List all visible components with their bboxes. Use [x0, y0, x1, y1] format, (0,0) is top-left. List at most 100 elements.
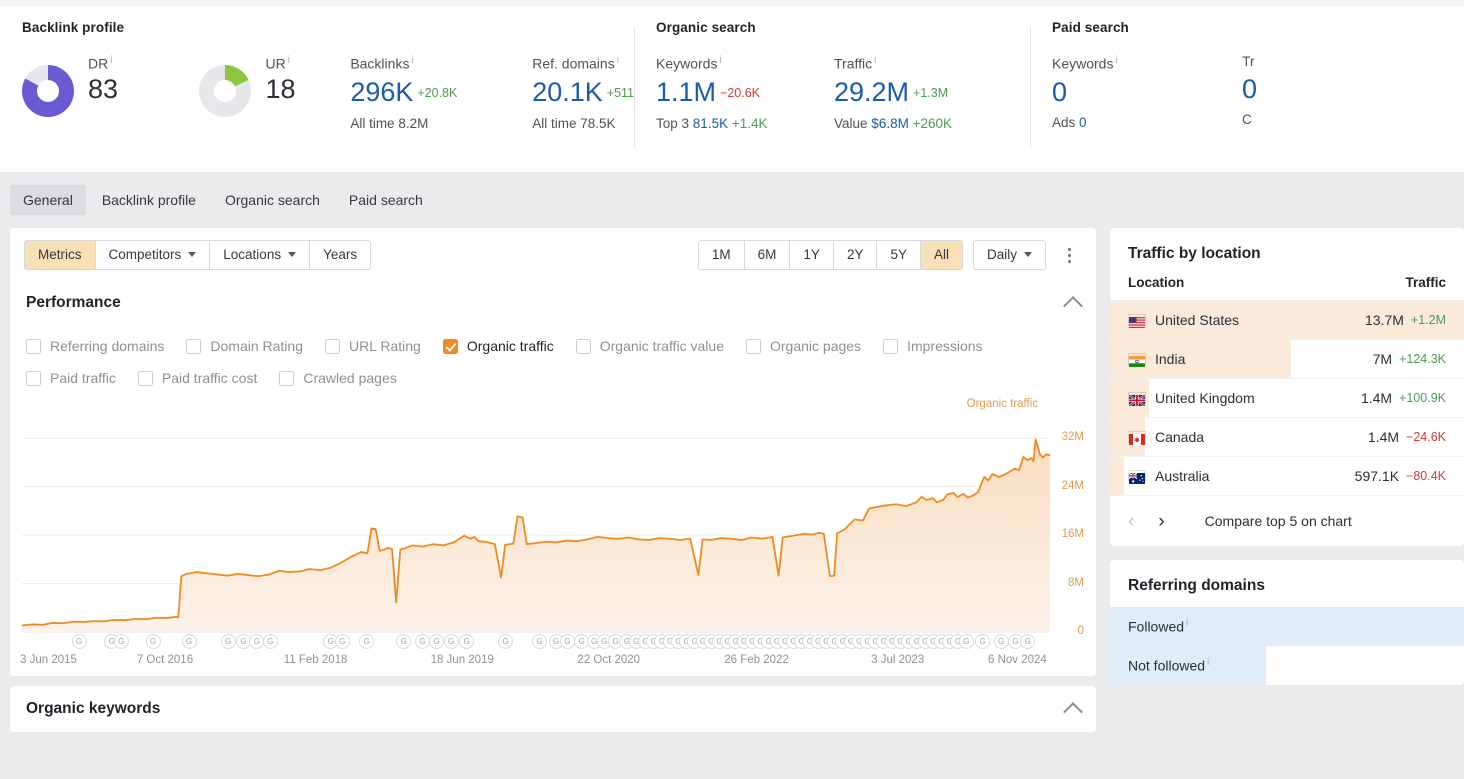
metrics-button[interactable]: Metrics: [25, 241, 96, 269]
kpi-sub-paid-ads: Ads 0: [1052, 114, 1087, 130]
kpi-sub-backlinks: All time 8.2M: [350, 115, 429, 131]
country-label: United Kingdom: [1155, 390, 1255, 406]
years-button[interactable]: Years: [310, 241, 371, 269]
google-update-marker[interactable]: G: [396, 634, 412, 649]
google-update-marker[interactable]: G: [181, 634, 197, 649]
traffic-location-row[interactable]: India 7M +124.3K: [1110, 340, 1464, 379]
checkbox-organic-traffic-value[interactable]: Organic traffic value: [575, 338, 724, 354]
referring-domain-row[interactable]: Followed i: [1110, 607, 1464, 646]
traffic-delta: −24.6K: [1406, 430, 1446, 444]
traffic-location-row[interactable]: Canada 1.4M −24.6K: [1110, 418, 1464, 457]
google-update-marker[interactable]: G: [559, 634, 575, 649]
google-update-marker[interactable]: G: [113, 634, 129, 649]
referring-domain-label: Followed i: [1128, 618, 1189, 635]
google-update-marker[interactable]: G: [220, 634, 236, 649]
chart-toolbar: Metrics Competitors Locations Years 1M 6…: [10, 228, 1096, 282]
checkbox-box: [279, 370, 295, 386]
checkbox-box: [186, 338, 202, 354]
google-update-marker[interactable]: G: [359, 634, 375, 649]
date-range-controls: 1M 6M 1Y 2Y 5Y All Daily: [697, 240, 1082, 270]
kpi-value-ur: 18: [265, 73, 296, 104]
checkbox-paid-traffic[interactable]: Paid traffic: [26, 370, 116, 386]
range-1y[interactable]: 1Y: [790, 241, 834, 269]
tab-general[interactable]: General: [10, 185, 86, 215]
info-icon[interactable]: i: [1207, 657, 1209, 668]
collapse-performance-icon[interactable]: [1063, 295, 1083, 316]
checkbox-paid-traffic-cost[interactable]: Paid traffic cost: [137, 370, 257, 386]
info-icon[interactable]: i: [288, 55, 290, 66]
next-page-icon[interactable]: ›: [1146, 512, 1176, 531]
range-5y[interactable]: 5Y: [877, 241, 921, 269]
google-update-marker[interactable]: G: [498, 634, 514, 649]
info-icon[interactable]: i: [411, 55, 413, 66]
kpi-group-backlink-profile: Backlink profile DR i 83 UR i 18 Backlinks…: [0, 20, 634, 172]
tab-organic-search[interactable]: Organic search: [212, 185, 333, 215]
kpi-paid-keywords: Keywords i 0 Ads 0: [1052, 53, 1242, 132]
range-1m[interactable]: 1M: [698, 241, 745, 269]
compare-top-5-button[interactable]: Compare top 5 on chart: [1205, 513, 1352, 529]
traffic-location-row[interactable]: United States 13.7M +1.2M: [1110, 301, 1464, 340]
info-icon[interactable]: i: [1186, 618, 1188, 629]
location-traffic: 13.7M +1.2M: [1365, 312, 1446, 328]
checkbox-domain-rating[interactable]: Domain Rating: [186, 338, 303, 354]
checkbox-organic-traffic[interactable]: Organic traffic: [442, 338, 554, 354]
google-update-marker[interactable]: G: [71, 634, 87, 649]
kpi-sub-ref-domains: All time 78.5K: [532, 115, 616, 131]
google-update-marker[interactable]: G: [334, 634, 350, 649]
traffic-location-row[interactable]: Australia 597.1K −80.4K: [1110, 457, 1464, 496]
google-update-marker[interactable]: G: [958, 634, 974, 649]
location-name: United Kingdom: [1128, 390, 1361, 407]
kpi-label-paid-keywords: Keywords i: [1052, 55, 1118, 72]
kpi-value-ref-domains[interactable]: 20.1K +511: [532, 72, 634, 113]
competitors-button[interactable]: Competitors: [95, 241, 211, 269]
locations-button[interactable]: Locations: [210, 241, 311, 269]
metric-checkbox-list: Referring domains Domain Rating URL Rati…: [10, 324, 1096, 396]
google-update-marker[interactable]: G: [443, 634, 459, 649]
google-update-marker[interactable]: G: [262, 634, 278, 649]
kpi-value-organic-keywords[interactable]: 1.1M −20.6K: [656, 72, 834, 113]
kpi-value-backlinks[interactable]: 296K +20.8K: [350, 72, 532, 113]
checkbox-url-rating[interactable]: URL Rating: [325, 338, 421, 354]
kpi-value-paid-traffic[interactable]: 0: [1242, 69, 1257, 109]
traffic-bar: [1110, 457, 1125, 495]
checkbox-organic-pages[interactable]: Organic pages: [746, 338, 861, 354]
info-icon[interactable]: i: [110, 55, 112, 66]
google-update-marker[interactable]: G: [429, 634, 445, 649]
range-2y[interactable]: 2Y: [833, 241, 878, 269]
google-update-marker[interactable]: G: [459, 634, 475, 649]
location-traffic: 7M +124.3K: [1373, 351, 1446, 367]
google-update-marker[interactable]: G: [975, 634, 991, 649]
granularity-select[interactable]: Daily: [973, 241, 1045, 269]
tab-backlink-profile[interactable]: Backlink profile: [89, 185, 209, 215]
range-all[interactable]: All: [920, 241, 962, 269]
traffic-location-row[interactable]: United Kingdom 1.4M +100.9K: [1110, 379, 1464, 418]
organic-keywords-header: Organic keywords: [10, 686, 1096, 732]
kpi-value-organic-traffic[interactable]: 29.2M +1.3M: [834, 72, 952, 113]
range-6m[interactable]: 6M: [744, 241, 791, 269]
checkbox-referring-domains[interactable]: Referring domains: [26, 338, 164, 354]
google-update-marker[interactable]: G: [532, 634, 548, 649]
info-icon[interactable]: i: [874, 55, 876, 66]
performance-chart[interactable]: Organic traffic 0 8M 16M 24M 32M 3 Jun 2015 7…: [10, 396, 1096, 676]
info-icon[interactable]: i: [617, 55, 619, 66]
prev-page-icon[interactable]: ‹: [1128, 512, 1146, 531]
google-update-marker[interactable]: G: [1020, 634, 1036, 649]
checkbox-box: [137, 370, 153, 386]
collapse-organic-keywords-icon[interactable]: [1063, 701, 1083, 722]
kpi-sub-organic-traffic: Value $6.8M +260K: [834, 115, 953, 131]
tab-paid-search[interactable]: Paid search: [336, 185, 436, 215]
organic-traffic-area-chart[interactable]: [10, 396, 1096, 646]
traffic-delta: +100.9K: [1399, 391, 1446, 405]
info-icon[interactable]: i: [1115, 55, 1117, 66]
google-update-marker[interactable]: G: [414, 634, 430, 649]
google-update-marker[interactable]: G: [145, 634, 161, 649]
checkbox-crawled-pages[interactable]: Crawled pages: [279, 370, 397, 386]
info-icon[interactable]: i: [719, 55, 721, 66]
kpi-value-paid-keywords[interactable]: 0: [1052, 72, 1242, 112]
checkbox-impressions[interactable]: Impressions: [883, 338, 983, 354]
google-update-marker[interactable]: G: [993, 634, 1009, 649]
referring-domain-row[interactable]: Not followed i: [1110, 646, 1464, 685]
traffic-value: 1.4M: [1367, 429, 1400, 445]
more-options-icon[interactable]: [1056, 241, 1082, 269]
traffic-delta: +1.2M: [1410, 313, 1446, 327]
